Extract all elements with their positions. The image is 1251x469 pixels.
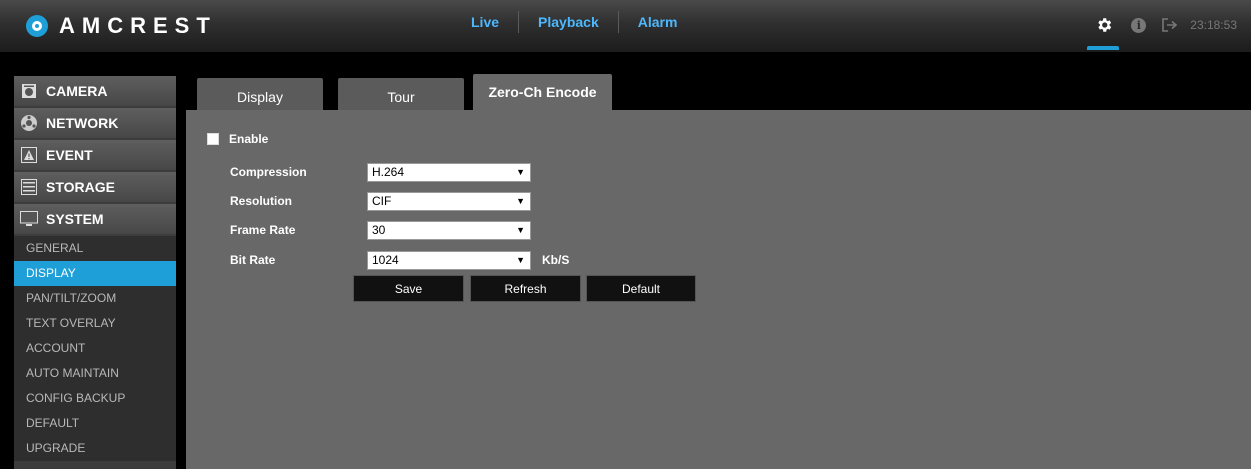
sidebar-subitem-auto-maintain[interactable]: AUTO MAINTAIN (14, 361, 176, 386)
amcrest-logo[interactable]: AMCREST (26, 13, 217, 39)
system-submenu: GENERAL DISPLAY PAN/TILT/ZOOM TEXT OVERL… (14, 236, 176, 461)
dropdown-arrow-icon: ▼ (516, 225, 525, 235)
nav-alarm[interactable]: Alarm (619, 14, 697, 30)
dropdown-arrow-icon: ▼ (516, 167, 525, 177)
bit-rate-value: 1024 (372, 253, 399, 267)
monitor-icon (20, 210, 38, 228)
bit-rate-row: Bit Rate 1024 ▼ Kb/S (230, 250, 569, 270)
save-button[interactable]: Save (353, 275, 464, 302)
enable-label: Enable (229, 132, 269, 146)
sidebar-subitem-config-backup[interactable]: CONFIG BACKUP (14, 386, 176, 411)
top-bar: AMCREST Live Playback Alarm i 23:18:53 (0, 0, 1251, 52)
sidebar-item-label: SYSTEM (46, 211, 104, 227)
network-icon (20, 114, 38, 132)
active-indicator (1087, 46, 1120, 50)
dropdown-arrow-icon: ▼ (516, 255, 525, 265)
logo-mark-icon (26, 15, 48, 37)
tab-display[interactable]: Display (197, 78, 323, 110)
sidebar-item-storage[interactable]: STORAGE (14, 172, 176, 202)
sidebar-subitem-text-overlay[interactable]: TEXT OVERLAY (14, 311, 176, 336)
top-right-tools: i 23:18:53 (1087, 0, 1237, 50)
compression-select[interactable]: H.264 ▼ (367, 162, 531, 182)
sidebar-item-label: NETWORK (46, 115, 119, 131)
content-panel: Enable Compression H.264 ▼ Resolution CI… (186, 110, 1251, 469)
refresh-button[interactable]: Refresh (470, 275, 581, 302)
sidebar-item-label: CAMERA (46, 83, 108, 99)
sidebar-item-event[interactable]: EVENT (14, 140, 176, 170)
top-nav: Live Playback Alarm (452, 0, 696, 44)
sidebar-item-camera[interactable]: CAMERA (14, 76, 176, 106)
sidebar-subitem-display[interactable]: DISPLAY (14, 261, 176, 286)
frame-rate-label: Frame Rate (230, 223, 296, 237)
bit-rate-unit: Kb/S (542, 253, 570, 267)
bit-rate-label: Bit Rate (230, 253, 276, 267)
sidebar-subitem-pan-tilt-zoom[interactable]: PAN/TILT/ZOOM (14, 286, 176, 311)
sidebar-subitem-default[interactable]: DEFAULT (14, 411, 176, 436)
frame-rate-row: Frame Rate 30 ▼ (230, 220, 531, 240)
enable-row: Enable (207, 132, 268, 146)
frame-rate-select[interactable]: 30 ▼ (367, 220, 531, 240)
compression-value: H.264 (372, 165, 405, 179)
frame-rate-value: 30 (372, 223, 386, 237)
storage-icon (20, 178, 38, 196)
compression-row: Compression H.264 ▼ (230, 162, 531, 182)
resolution-row: Resolution CIF ▼ (230, 191, 531, 211)
nav-playback[interactable]: Playback (519, 14, 618, 30)
sidebar: CAMERA NETWORK EVENT STORAGE SYSTEM GENE… (14, 76, 176, 469)
sidebar-item-system[interactable]: SYSTEM (14, 204, 176, 234)
tab-zero-ch-encode[interactable]: Zero-Ch Encode (473, 74, 612, 110)
nav-live[interactable]: Live (452, 14, 518, 30)
compression-label: Compression (230, 165, 307, 179)
sidebar-item-network[interactable]: NETWORK (14, 108, 176, 138)
resolution-value: CIF (372, 194, 392, 208)
bit-rate-select[interactable]: 1024 ▼ (367, 250, 531, 270)
tab-tour[interactable]: Tour (338, 78, 464, 110)
sidebar-subitem-general[interactable]: GENERAL (14, 236, 176, 261)
default-button[interactable]: Default (586, 275, 696, 302)
camera-icon (20, 82, 38, 100)
enable-checkbox[interactable] (207, 133, 219, 145)
event-icon (20, 146, 38, 164)
sidebar-item-label: EVENT (46, 147, 93, 163)
setup-button[interactable] (1087, 0, 1120, 50)
sidebar-item-label: STORAGE (46, 179, 115, 195)
brand-name: AMCREST (59, 13, 217, 38)
sidebar-subitem-account[interactable]: ACCOUNT (14, 336, 176, 361)
resolution-label: Resolution (230, 194, 292, 208)
gear-icon (1098, 18, 1112, 32)
sidebar-subitem-upgrade[interactable]: UPGRADE (14, 436, 176, 461)
dropdown-arrow-icon: ▼ (516, 196, 525, 206)
resolution-select[interactable]: CIF ▼ (367, 191, 531, 211)
info-icon[interactable]: i (1131, 17, 1147, 33)
logout-icon[interactable] (1162, 18, 1178, 32)
clock: 23:18:53 (1190, 18, 1237, 32)
